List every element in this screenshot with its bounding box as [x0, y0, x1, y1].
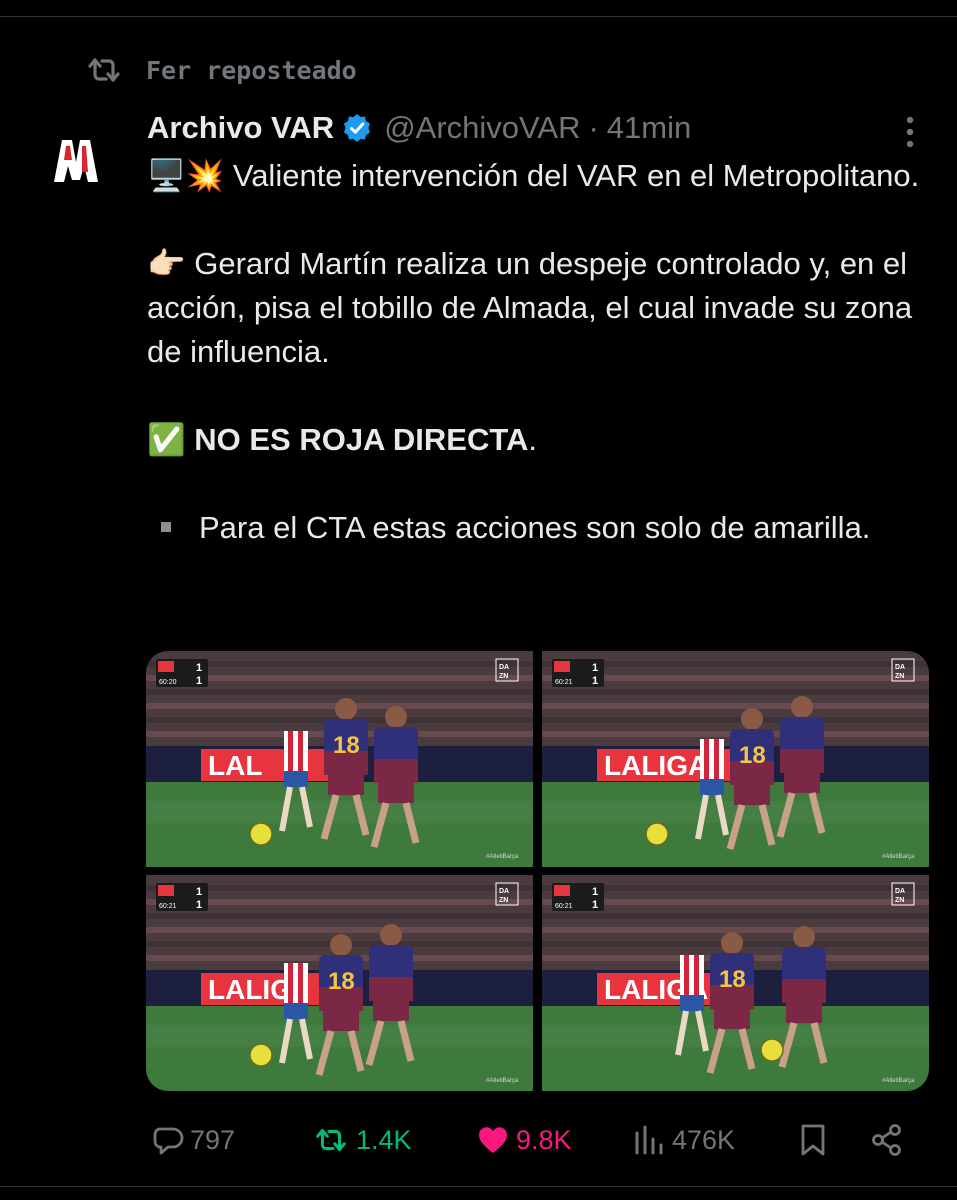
svg-text:1: 1 [592, 662, 598, 674]
reply-button[interactable]: 797 [150, 1112, 235, 1168]
top-divider [0, 16, 957, 17]
svg-text:1: 1 [196, 886, 202, 898]
svg-text:DA: DA [499, 664, 509, 671]
svg-text:1: 1 [592, 899, 598, 911]
media-image-4[interactable]: LALIGA 1 1 60:21 DA ZN 18 #AtletiBarça [542, 875, 929, 1091]
svg-text:ZN: ZN [499, 673, 508, 680]
check-mark-emoji: ✅ [147, 422, 186, 458]
avatar[interactable]: AV [52, 136, 98, 184]
header-separator: · [588, 110, 599, 145]
tweet-header: Archivo VAR @ArchivoVAR · 41min [147, 106, 691, 150]
tweet-line-2: Gerard Martín realiza un despeje control… [147, 246, 913, 369]
svg-text:60:20: 60:20 [159, 679, 177, 686]
svg-text:1: 1 [592, 886, 598, 898]
svg-text:DA: DA [499, 888, 509, 895]
media-grid[interactable]: LAL 1 1 60:20 DA ZN 18 #AtletiBarça LALIGA 1 1 60:… [146, 651, 929, 1091]
tweet-paragraph-2: 👉🏻 Gerard Martín realiza un despeje cont… [147, 242, 937, 374]
reply-count: 797 [190, 1124, 236, 1155]
media-image-2[interactable]: LALIGA 1 1 60:21 DA ZN 18 #AtletiBarça [542, 651, 929, 867]
svg-text:18: 18 [719, 966, 746, 993]
svg-text:ZN: ZN [895, 897, 904, 904]
media-image-1[interactable]: LAL 1 1 60:20 DA ZN 18 #AtletiBarça [146, 651, 533, 867]
svg-text:18: 18 [739, 742, 766, 769]
repost-button[interactable]: 1.4K [312, 1112, 412, 1168]
bookmark-button[interactable] [796, 1112, 830, 1168]
tweet-paragraph-4: Para el CTA estas acciones son solo de a… [147, 506, 937, 550]
repost-context[interactable]: Fer reposteado [84, 54, 357, 86]
author-name[interactable]: Archivo VAR [147, 110, 334, 146]
svg-text:60:21: 60:21 [555, 679, 573, 686]
repost-icon [316, 1128, 346, 1152]
svg-text:#AtletiBarça: #AtletiBarça [486, 854, 519, 860]
tweet-verdict-period: . [528, 422, 538, 457]
more-options-icon[interactable] [898, 112, 922, 152]
media-image-3[interactable]: LALIG 1 1 60:21 DA ZN 18 #AtletiBarça [146, 875, 533, 1091]
svg-text:ZN: ZN [895, 673, 904, 680]
square-bullet-icon [161, 521, 171, 532]
tweet-paragraph-3: ✅ NO ES ROJA DIRECTA. [147, 418, 937, 462]
share-icon [872, 1124, 901, 1156]
computer-explosion-emoji: 🖥️💥 [147, 158, 225, 194]
tweet-text: 🖥️💥 Valiente intervención del VAR en el … [147, 154, 937, 550]
author-handle[interactable]: @ArchivoVAR [384, 110, 580, 146]
views-button[interactable]: 476K [632, 1112, 735, 1168]
svg-text:DA: DA [895, 888, 905, 895]
svg-text:1: 1 [592, 675, 598, 687]
svg-text:1: 1 [196, 662, 202, 674]
svg-text:DA: DA [895, 664, 905, 671]
heart-icon [479, 1127, 507, 1153]
svg-text:60:21: 60:21 [159, 903, 177, 910]
svg-text:18: 18 [333, 732, 360, 759]
share-button[interactable] [870, 1112, 904, 1168]
repost-icon [88, 58, 120, 82]
action-bar: 797 1.4K 9.8K 476K [0, 1112, 957, 1168]
pointing-hand-emoji: 👉🏻 [147, 246, 186, 282]
svg-text:LALIG: LALIG [208, 974, 292, 1005]
svg-text:LALIGA: LALIGA [604, 750, 708, 781]
views-bar-chart-icon [635, 1125, 663, 1155]
timestamp[interactable]: 41min [607, 110, 691, 146]
svg-text:#AtletiBarça: #AtletiBarça [882, 854, 915, 860]
verified-badge-icon[interactable] [342, 113, 372, 143]
repost-count: 1.4K [356, 1124, 412, 1155]
svg-text:1: 1 [196, 899, 202, 911]
like-count: 9.8K [516, 1124, 572, 1155]
reply-icon [153, 1127, 184, 1155]
views-count: 476K [672, 1124, 736, 1155]
svg-text:ZN: ZN [499, 897, 508, 904]
svg-text:18: 18 [328, 968, 355, 995]
tweet-bold-verdict: NO ES ROJA DIRECTA [194, 422, 529, 457]
svg-text:#AtletiBarça: #AtletiBarça [486, 1078, 519, 1084]
bottom-divider [0, 1186, 957, 1187]
bookmark-icon [801, 1124, 825, 1156]
svg-text:#AtletiBarça: #AtletiBarça [882, 1078, 915, 1084]
svg-text:LAL: LAL [208, 750, 262, 781]
tweet-paragraph-1: 🖥️💥 Valiente intervención del VAR en el … [147, 154, 937, 198]
svg-text:60:21: 60:21 [555, 903, 573, 910]
repost-label: Fer reposteado [146, 55, 357, 85]
tweet-line-4: Para el CTA estas acciones son solo de a… [199, 510, 871, 545]
like-button[interactable]: 9.8K [476, 1112, 572, 1168]
svg-text:1: 1 [196, 675, 202, 687]
avatar-text: AV [52, 136, 54, 137]
tweet-line-1: Valiente intervención del VAR en el Metr… [224, 158, 920, 193]
